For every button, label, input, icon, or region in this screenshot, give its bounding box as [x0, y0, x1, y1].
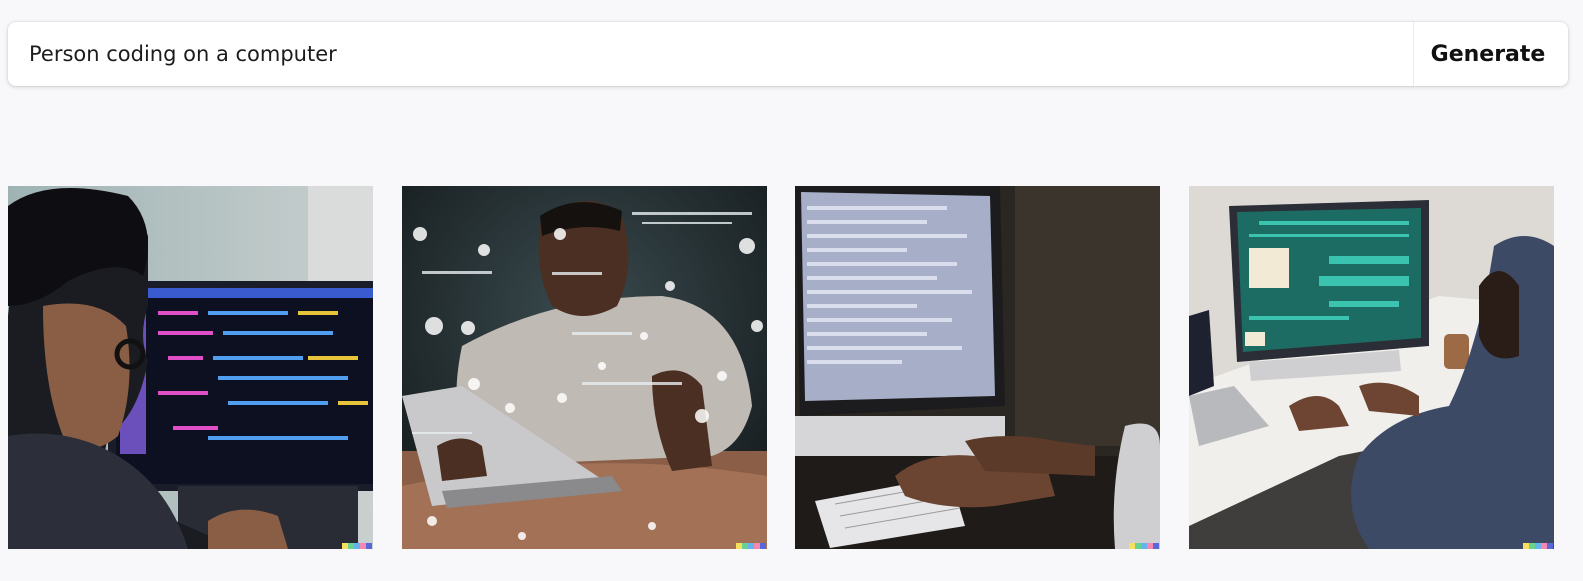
image-man-laptop-lights	[402, 186, 767, 549]
result-image-4[interactable]	[1189, 186, 1554, 549]
prompt-bar: Person coding on a computer Generate	[8, 22, 1568, 86]
result-image-1[interactable]	[8, 186, 373, 549]
image-hoodie-desk-monitor	[1189, 186, 1554, 549]
watermark	[736, 543, 766, 549]
prompt-input-text: Person coding on a computer	[29, 42, 337, 66]
image-man-glasses-monitor	[8, 186, 373, 549]
watermark	[342, 543, 372, 549]
prompt-input[interactable]: Person coding on a computer	[8, 22, 1413, 86]
generate-button[interactable]: Generate	[1413, 22, 1568, 86]
result-image-3[interactable]	[795, 186, 1160, 549]
watermark	[1523, 543, 1553, 549]
watermark	[1129, 543, 1159, 549]
generate-button-label: Generate	[1430, 41, 1546, 67]
image-hands-keyboard-monitor	[795, 186, 1160, 549]
result-image-2[interactable]	[402, 186, 767, 549]
